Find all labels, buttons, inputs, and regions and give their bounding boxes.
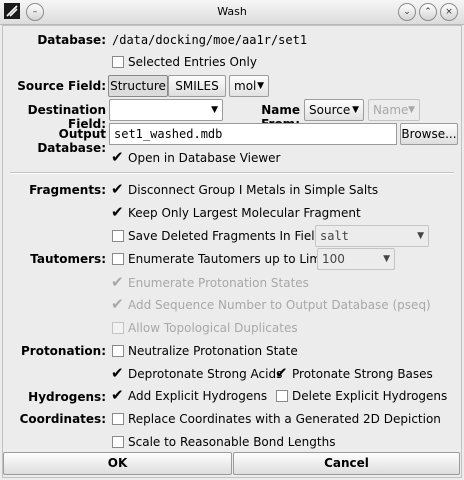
disconnect-metals-label: Disconnect Group I Metals in Simple Salt…: [128, 183, 379, 197]
dropdown-arrow-icon: ▼: [417, 231, 424, 241]
dropdown-arrow-icon: ▼: [383, 254, 390, 264]
neutralize-label: Neutralize Protonation State: [128, 344, 298, 358]
output-database-input[interactable]: set1_washed.mdb: [109, 123, 397, 145]
name-value: Name: [373, 103, 409, 117]
protonation-states-label: Enumerate Protonation States: [128, 276, 309, 290]
enumerate-tautomers-checkbox[interactable]: [112, 253, 124, 265]
dropdown-arrow-icon: ▼: [408, 105, 415, 115]
tautomer-limit-select[interactable]: 100 ▼: [317, 248, 395, 270]
ok-button[interactable]: OK: [3, 452, 232, 475]
coordinates-label: Coordinates:: [19, 412, 106, 426]
neutralize-checkbox[interactable]: [112, 345, 124, 357]
chevron-down-icon[interactable]: ⌄: [398, 3, 416, 21]
output-database-label: Output Database:: [37, 127, 106, 155]
save-deleted-label: Save Deleted Fragments In Field:: [128, 229, 327, 243]
separator: [10, 172, 454, 174]
topological-duplicates-checkbox[interactable]: [112, 322, 124, 334]
delete-hydrogens-label: Delete Explicit Hydrogens: [292, 389, 448, 403]
delete-hydrogens-checkbox[interactable]: [276, 390, 288, 402]
enumerate-tautomers-label: Enumerate Tautomers up to Limit:: [128, 252, 334, 266]
scale-bonds-checkbox[interactable]: [112, 436, 124, 448]
database-label: Database:: [37, 33, 106, 47]
protonation-label: Protonation:: [20, 344, 106, 358]
destination-field-select[interactable]: ▼: [109, 99, 223, 121]
protonation-states-checkbox[interactable]: ✔: [111, 275, 124, 290]
source-field-select[interactable]: mol ▼: [229, 75, 269, 97]
source-field-label: Source Field:: [17, 79, 106, 93]
fragments-label: Fragments:: [29, 183, 106, 197]
add-hydrogens-label: Add Explicit Hydrogens: [128, 389, 268, 403]
deprotonate-acids-label: Deprotonate Strong Acids: [128, 367, 283, 381]
source-field-value: mol: [234, 79, 257, 93]
protonate-bases-label: Protonate Strong Bases: [292, 367, 433, 381]
chevron-up-icon[interactable]: ⌃: [419, 3, 437, 21]
keep-largest-label: Keep Only Largest Molecular Fragment: [128, 206, 361, 220]
name-from-select[interactable]: Source ▼: [304, 99, 364, 121]
sequence-number-label: Add Sequence Number to Output Database (…: [128, 298, 431, 312]
cancel-button[interactable]: Cancel: [233, 452, 460, 475]
dropdown-arrow-icon: ▼: [211, 105, 218, 115]
tautomer-limit-value: 100: [322, 252, 345, 266]
hydrogens-label: Hydrogens:: [28, 390, 106, 404]
save-deleted-checkbox[interactable]: [112, 230, 124, 242]
sequence-number-checkbox[interactable]: ✔: [111, 297, 124, 312]
save-field-value: salt: [320, 229, 349, 243]
name-select[interactable]: Name ▼: [368, 99, 420, 121]
replace-coordinates-label: Replace Coordinates with a Generated 2D …: [128, 412, 441, 426]
database-path: /data/docking/moe/aa1r/set1: [112, 33, 308, 47]
tautomers-label: Tautomers:: [30, 252, 106, 266]
window-title: Wash: [217, 5, 247, 18]
structure-button[interactable]: Structure: [108, 75, 168, 97]
save-field-select[interactable]: salt ▼: [315, 225, 429, 247]
selected-entries-label: Selected Entries Only: [128, 55, 257, 69]
browse-button[interactable]: Browse...: [400, 123, 458, 145]
scale-bonds-label: Scale to Reasonable Bond Lengths: [128, 435, 336, 449]
keep-largest-checkbox[interactable]: ✔: [111, 205, 124, 220]
smiles-button[interactable]: SMILES: [168, 75, 226, 97]
replace-coordinates-checkbox[interactable]: [112, 413, 124, 425]
open-viewer-label: Open in Database Viewer: [128, 151, 281, 165]
name-from-value: Source: [309, 103, 351, 117]
selected-entries-checkbox[interactable]: [112, 56, 124, 68]
topological-duplicates-label: Allow Topological Duplicates: [128, 321, 298, 335]
deprotonate-acids-checkbox[interactable]: ✔: [111, 366, 124, 381]
disconnect-metals-checkbox[interactable]: ✔: [111, 182, 124, 197]
protonate-bases-checkbox[interactable]: ✔: [275, 366, 288, 381]
dropdown-arrow-icon: ▼: [257, 81, 264, 91]
add-hydrogens-checkbox[interactable]: ✔: [111, 388, 124, 403]
open-viewer-checkbox[interactable]: ✔: [111, 150, 124, 165]
close-icon[interactable]: ×: [440, 3, 458, 21]
dropdown-arrow-icon: ▼: [352, 105, 359, 115]
